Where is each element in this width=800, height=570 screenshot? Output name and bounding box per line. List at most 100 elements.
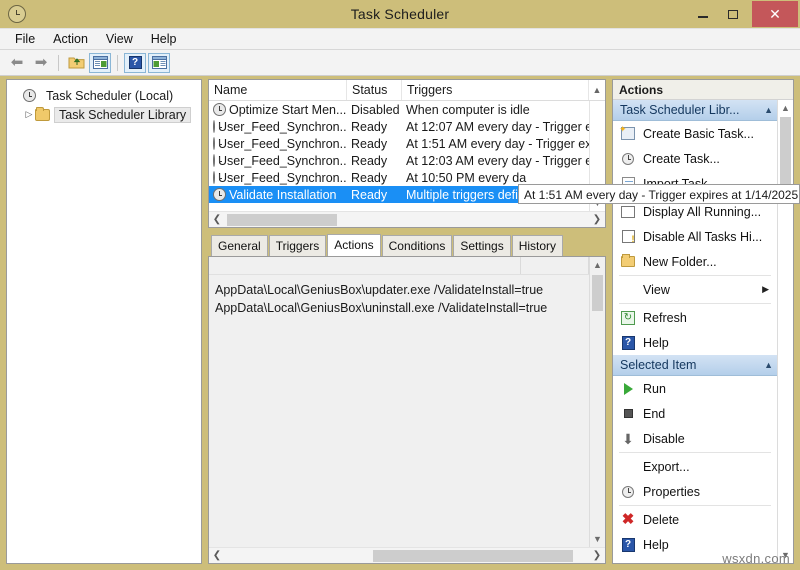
action-disable-all-tasks-history[interactable]: Disable All Tasks Hi... (613, 224, 777, 249)
actions-pane-title: Actions (613, 80, 793, 100)
view-icon (620, 282, 636, 298)
tree-item-task-scheduler-local[interactable]: Task Scheduler (Local) (11, 86, 197, 105)
scroll-right-arrow-icon[interactable]: ❯ (589, 550, 605, 561)
chevron-up-icon[interactable]: ▲ (764, 105, 773, 115)
detail-column-action[interactable] (209, 257, 521, 274)
chevron-right-icon[interactable]: ▷ (23, 109, 35, 120)
action-label: Create Task... (643, 152, 720, 166)
end-icon (620, 406, 636, 422)
scrollbar-thumb[interactable] (227, 214, 337, 226)
back-button[interactable]: ⬅ (6, 53, 28, 73)
scrollbar-track[interactable] (590, 101, 606, 195)
task-name-cell: User_Feed_Synchron... (209, 171, 347, 185)
submenu-arrow-icon[interactable]: ▶ (762, 284, 769, 295)
scrollbar-thumb[interactable] (373, 550, 573, 562)
detail-line: AppData\Local\GeniusBox\uninstall.exe /V… (209, 299, 589, 317)
action-delete[interactable]: ✖ Delete (613, 507, 777, 532)
detail-column-header[interactable] (209, 257, 589, 275)
display-running-tasks-icon (620, 204, 636, 220)
show-console-tree-icon[interactable] (89, 53, 111, 73)
tab-history[interactable]: History (512, 235, 563, 256)
action-properties[interactable]: Properties (613, 479, 777, 504)
scrollbar-track[interactable] (225, 212, 589, 228)
action-label: Run (643, 382, 666, 396)
action-create-basic-task[interactable]: ✦ Create Basic Task... (613, 121, 777, 146)
action-export[interactable]: Export... (613, 454, 777, 479)
menu-action[interactable]: Action (44, 30, 97, 48)
minimize-button[interactable] (688, 3, 718, 25)
scrollbar-thumb[interactable] (592, 275, 603, 311)
scrollbar-track[interactable] (225, 548, 589, 564)
table-row[interactable]: User_Feed_Synchron... Ready At 12:03 AM … (209, 152, 605, 169)
menu-file[interactable]: File (6, 30, 44, 48)
tab-conditions[interactable]: Conditions (382, 235, 453, 256)
action-label: Create Basic Task... (643, 127, 754, 141)
table-row[interactable]: Optimize Start Men... Disabled When comp… (209, 101, 605, 118)
menu-view[interactable]: View (97, 30, 142, 48)
main-body: Task Scheduler (Local) ▷ Task Scheduler … (0, 76, 800, 570)
action-create-task[interactable]: Create Task... (613, 146, 777, 171)
chevron-up-icon[interactable]: ▲ (764, 360, 773, 370)
scrollbar-track[interactable] (590, 273, 606, 531)
menu-bar: File Action View Help (0, 28, 800, 50)
task-detail-section: General Triggers Actions Conditions Sett… (208, 234, 606, 564)
clock-icon (213, 120, 215, 133)
detail-panel: AppData\Local\GeniusBox\updater.exe /Val… (208, 256, 606, 564)
scroll-up-arrow-icon[interactable]: ▲ (778, 100, 794, 116)
tab-general[interactable]: General (211, 235, 268, 256)
column-header-name[interactable]: Name (209, 80, 347, 100)
tree-item-task-scheduler-library[interactable]: ▷ Task Scheduler Library (11, 105, 197, 124)
up-one-level-icon[interactable] (65, 53, 87, 73)
scroll-up-arrow-icon[interactable]: ▲ (589, 85, 605, 95)
disable-icon: ⬇ (620, 431, 636, 447)
task-list-horizontal-scrollbar[interactable]: ❮ ❯ (209, 211, 605, 227)
detail-vertical-scrollbar[interactable]: ▲ ▼ (589, 257, 605, 547)
detail-line: AppData\Local\GeniusBox\updater.exe /Val… (209, 281, 589, 299)
forward-button[interactable]: ➡ (30, 53, 52, 73)
scroll-left-arrow-icon[interactable]: ❮ (209, 550, 225, 561)
table-row[interactable]: User_Feed_Synchron... Ready At 12:07 AM … (209, 118, 605, 135)
clock-icon (213, 137, 215, 150)
detail-horizontal-scrollbar[interactable]: ❮ ❯ (209, 547, 605, 563)
tab-actions[interactable]: Actions (327, 234, 380, 256)
column-header-triggers[interactable]: Triggers (402, 80, 589, 100)
refresh-icon: ↻ (620, 310, 636, 326)
scroll-right-arrow-icon[interactable]: ❯ (589, 214, 605, 225)
scroll-left-arrow-icon[interactable]: ❮ (209, 214, 225, 225)
detail-column-details[interactable] (521, 257, 589, 274)
scroll-down-arrow-icon[interactable]: ▼ (590, 531, 606, 547)
action-help[interactable]: ? Help (613, 330, 777, 355)
action-label: View (643, 283, 670, 297)
menu-help[interactable]: Help (142, 30, 186, 48)
actions-pane-list: Task Scheduler Libr... ▲ ✦ Create Basic … (613, 100, 777, 563)
export-icon (620, 459, 636, 475)
maximize-button[interactable] (718, 3, 748, 25)
show-action-pane-icon[interactable] (148, 53, 170, 73)
actions-group-header-selected-item[interactable]: Selected Item ▲ (613, 355, 777, 376)
scrollbar-track[interactable] (778, 116, 794, 547)
table-row[interactable]: User_Feed_Synchron... Ready At 1:51 AM e… (209, 135, 605, 152)
action-label: New Folder... (643, 255, 717, 269)
tab-triggers[interactable]: Triggers (269, 235, 327, 256)
action-run[interactable]: Run (613, 376, 777, 401)
action-disable[interactable]: ⬇ Disable (613, 426, 777, 451)
action-label: Help (643, 336, 669, 350)
action-view[interactable]: View ▶ (613, 277, 777, 302)
action-new-folder[interactable]: New Folder... (613, 249, 777, 274)
actions-group-header-library[interactable]: Task Scheduler Libr... ▲ (613, 100, 777, 121)
action-label: End (643, 407, 665, 421)
action-refresh[interactable]: ↻ Refresh (613, 305, 777, 330)
actions-pane-vertical-scrollbar[interactable]: ▲ ▼ (777, 100, 793, 563)
action-label: Export... (643, 460, 690, 474)
help-icon[interactable]: ? (124, 53, 146, 73)
close-button[interactable]: ✕ (752, 1, 798, 27)
action-end[interactable]: End (613, 401, 777, 426)
column-header-status[interactable]: Status (347, 80, 402, 100)
tab-settings[interactable]: Settings (453, 235, 510, 256)
task-list-header: Name Status Triggers ▲ (209, 80, 605, 101)
scrollbar-thumb[interactable] (780, 117, 791, 187)
task-list-view: Name Status Triggers ▲ Optimize Start Me… (208, 79, 606, 228)
task-scheduler-window: Task Scheduler ✕ File Action View Help ⬅… (0, 0, 800, 570)
scroll-up-arrow-icon[interactable]: ▲ (590, 257, 606, 273)
create-basic-task-icon: ✦ (620, 126, 636, 142)
